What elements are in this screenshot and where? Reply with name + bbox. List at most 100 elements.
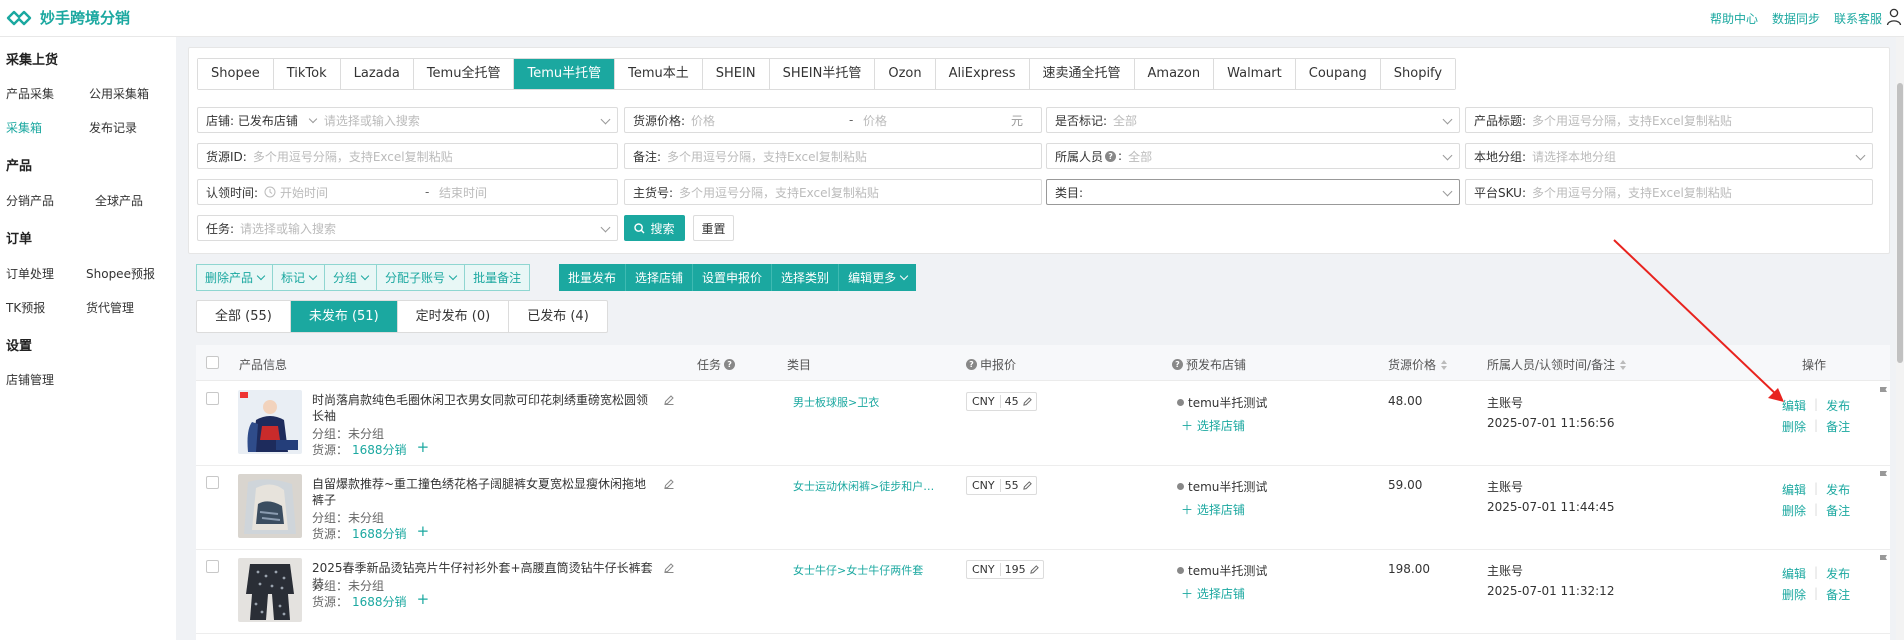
edit-pen-icon[interactable]: [1029, 565, 1039, 574]
claim-end-input[interactable]: 结束时间: [439, 184, 487, 201]
set-declared-price-button[interactable]: 设置申报价: [693, 264, 773, 291]
help-center-link[interactable]: 帮助中心: [1710, 10, 1758, 27]
sidebar-item-global-product[interactable]: 全球产品: [95, 192, 143, 209]
delete-link[interactable]: 删除: [1782, 502, 1806, 519]
mark-button[interactable]: 标记: [272, 264, 326, 291]
product-title[interactable]: 时尚落肩款纯色毛圈休闲卫衣男女同款可印花刺绣重磅宽松圆领长袖: [312, 392, 657, 424]
sidebar-item-forwarder[interactable]: 货代管理: [86, 299, 134, 316]
tab-temu-full[interactable]: Temu全托管: [413, 59, 515, 89]
tab-amazon[interactable]: Amazon: [1134, 59, 1215, 89]
local-group-filter[interactable]: 本地分组: 请选择本地分组: [1465, 143, 1873, 169]
shop-filter[interactable]: 店铺: 已发布店铺 请选择或输入搜索: [197, 107, 618, 133]
delete-link[interactable]: 删除: [1782, 586, 1806, 603]
title-filter[interactable]: 产品标题: 多个用逗号分隔，支持Excel复制粘贴: [1465, 107, 1873, 133]
tab-status-all[interactable]: 全部 (55): [197, 301, 291, 332]
claim-time-filter[interactable]: 认领时间: 开始时间 - 结束时间: [197, 179, 618, 205]
plus-icon[interactable]: +: [417, 592, 430, 610]
delete-link[interactable]: 删除: [1782, 418, 1806, 435]
tab-temu-local[interactable]: Temu本土: [615, 59, 703, 89]
contact-support-link[interactable]: 联系客服: [1834, 10, 1882, 27]
choose-shop-link[interactable]: ＋ 选择店铺: [1181, 417, 1245, 434]
publish-link[interactable]: 发布: [1826, 565, 1850, 582]
user-icon[interactable]: [1886, 8, 1902, 26]
claim-start-input[interactable]: 开始时间: [280, 184, 425, 201]
declared-price[interactable]: CNY 55: [966, 476, 1037, 495]
sidebar-item-tk-forecast[interactable]: TK预报: [6, 299, 45, 316]
sort-icon[interactable]: [1620, 359, 1627, 370]
row-checkbox[interactable]: [206, 560, 219, 573]
price-filter[interactable]: 货源价格: 价格 - 价格 元: [624, 107, 1042, 133]
select-shop-button[interactable]: 选择店铺: [626, 264, 694, 291]
source-link[interactable]: 1688分销: [352, 525, 407, 542]
data-sync-link[interactable]: 数据同步: [1772, 10, 1820, 27]
header-price[interactable]: 货源价格: [1388, 356, 1448, 373]
edit-link[interactable]: 编辑: [1782, 565, 1806, 582]
tab-ozon[interactable]: Ozon: [875, 59, 936, 89]
sidebar-item-order-process[interactable]: 订单处理: [6, 265, 54, 282]
tab-status-published[interactable]: 已发布 (4): [509, 301, 607, 332]
tab-shopee[interactable]: Shopee: [198, 59, 274, 89]
tab-lazada[interactable]: Lazada: [340, 59, 414, 89]
select-category-button[interactable]: 选择类别: [772, 264, 840, 291]
tab-status-scheduled[interactable]: 定时发布 (0): [398, 301, 510, 332]
source-link[interactable]: 1688分销: [352, 441, 407, 458]
row-checkbox[interactable]: [206, 392, 219, 405]
page-scrollbar[interactable]: [1896, 37, 1904, 640]
reset-button[interactable]: 重置: [693, 215, 734, 241]
tab-shein-semi[interactable]: SHEIN半托管: [769, 59, 876, 89]
product-thumbnail[interactable]: [238, 390, 302, 454]
category-filter[interactable]: 类目:: [1046, 179, 1460, 205]
search-button[interactable]: 搜索: [624, 215, 685, 241]
tab-shopify[interactable]: Shopify: [1380, 59, 1456, 89]
product-category[interactable]: 男士板球服>卫衣: [793, 394, 879, 410]
tab-aliexpress[interactable]: AliExpress: [935, 59, 1030, 89]
plus-icon[interactable]: +: [417, 524, 430, 542]
batch-publish-button[interactable]: 批量发布: [559, 264, 627, 291]
main-no-filter[interactable]: 主货号: 多个用逗号分隔，支持Excel复制粘贴: [624, 179, 1042, 205]
price-max-input[interactable]: 价格: [863, 112, 1011, 129]
source-id-filter[interactable]: 货源ID: 多个用逗号分隔，支持Excel复制粘贴: [197, 143, 618, 169]
tab-shein[interactable]: SHEIN: [702, 59, 770, 89]
edit-pen-icon[interactable]: [664, 563, 674, 573]
sku-filter[interactable]: 平台SKU: 多个用逗号分隔，支持Excel复制粘贴: [1465, 179, 1873, 205]
edit-pen-icon[interactable]: [664, 395, 674, 405]
edit-pen-icon[interactable]: [664, 479, 674, 489]
edit-more-button[interactable]: 编辑更多: [839, 264, 917, 291]
sidebar-item-public-box[interactable]: 公用采集箱: [89, 85, 149, 102]
edit-pen-icon[interactable]: [1022, 481, 1032, 490]
product-category[interactable]: 女士运动休闲裤>徒步和户…: [793, 478, 933, 494]
tab-temu-semi[interactable]: Temu半托管: [514, 59, 616, 89]
edit-link[interactable]: 编辑: [1782, 481, 1806, 498]
product-thumbnail[interactable]: [238, 474, 302, 538]
row-checkbox[interactable]: [206, 476, 219, 489]
sidebar-item-product-collect[interactable]: 产品采集: [6, 85, 54, 102]
delete-product-button[interactable]: 删除产品: [196, 264, 274, 291]
sidebar-item-shopee-forecast[interactable]: Shopee预报: [86, 265, 155, 282]
tab-coupang[interactable]: Coupang: [1295, 59, 1381, 89]
sidebar-item-shop-manage[interactable]: 店铺管理: [6, 371, 54, 388]
scrollbar-thumb[interactable]: [1897, 83, 1903, 363]
remark-link[interactable]: 备注: [1826, 586, 1850, 603]
app-logo[interactable]: 妙手跨境分销: [6, 7, 130, 28]
choose-shop-link[interactable]: ＋ 选择店铺: [1181, 501, 1245, 518]
group-button[interactable]: 分组: [324, 264, 378, 291]
source-link[interactable]: 1688分销: [352, 593, 407, 610]
tab-tiktok[interactable]: TikTok: [273, 59, 341, 89]
choose-shop-link[interactable]: ＋ 选择店铺: [1181, 585, 1245, 602]
select-all-checkbox[interactable]: [206, 356, 219, 369]
edit-pen-icon[interactable]: [1022, 397, 1032, 406]
remark-filter[interactable]: 备注: 多个用逗号分隔，支持Excel复制粘贴: [624, 143, 1042, 169]
plus-icon[interactable]: +: [417, 440, 430, 458]
declared-price[interactable]: CNY 45: [966, 392, 1037, 411]
task-filter[interactable]: 任务: 请选择或输入搜索: [197, 215, 618, 241]
product-title[interactable]: 自留爆款推荐~重工撞色绣花格子阔腿裤女夏宽松显瘦休闲拖地裤子: [312, 476, 657, 508]
sidebar-item-dist-product[interactable]: 分销产品: [6, 192, 54, 209]
product-category[interactable]: 女士牛仔>女士牛仔两件套: [793, 562, 923, 578]
remark-link[interactable]: 备注: [1826, 418, 1850, 435]
tab-smt-full[interactable]: 速卖通全托管: [1029, 59, 1135, 89]
tab-status-unpublished[interactable]: 未发布 (51): [290, 301, 398, 332]
batch-remark-button[interactable]: 批量备注: [464, 264, 531, 291]
remark-link[interactable]: 备注: [1826, 502, 1850, 519]
edit-link[interactable]: 编辑: [1782, 397, 1806, 414]
price-min-input[interactable]: 价格: [691, 112, 849, 129]
